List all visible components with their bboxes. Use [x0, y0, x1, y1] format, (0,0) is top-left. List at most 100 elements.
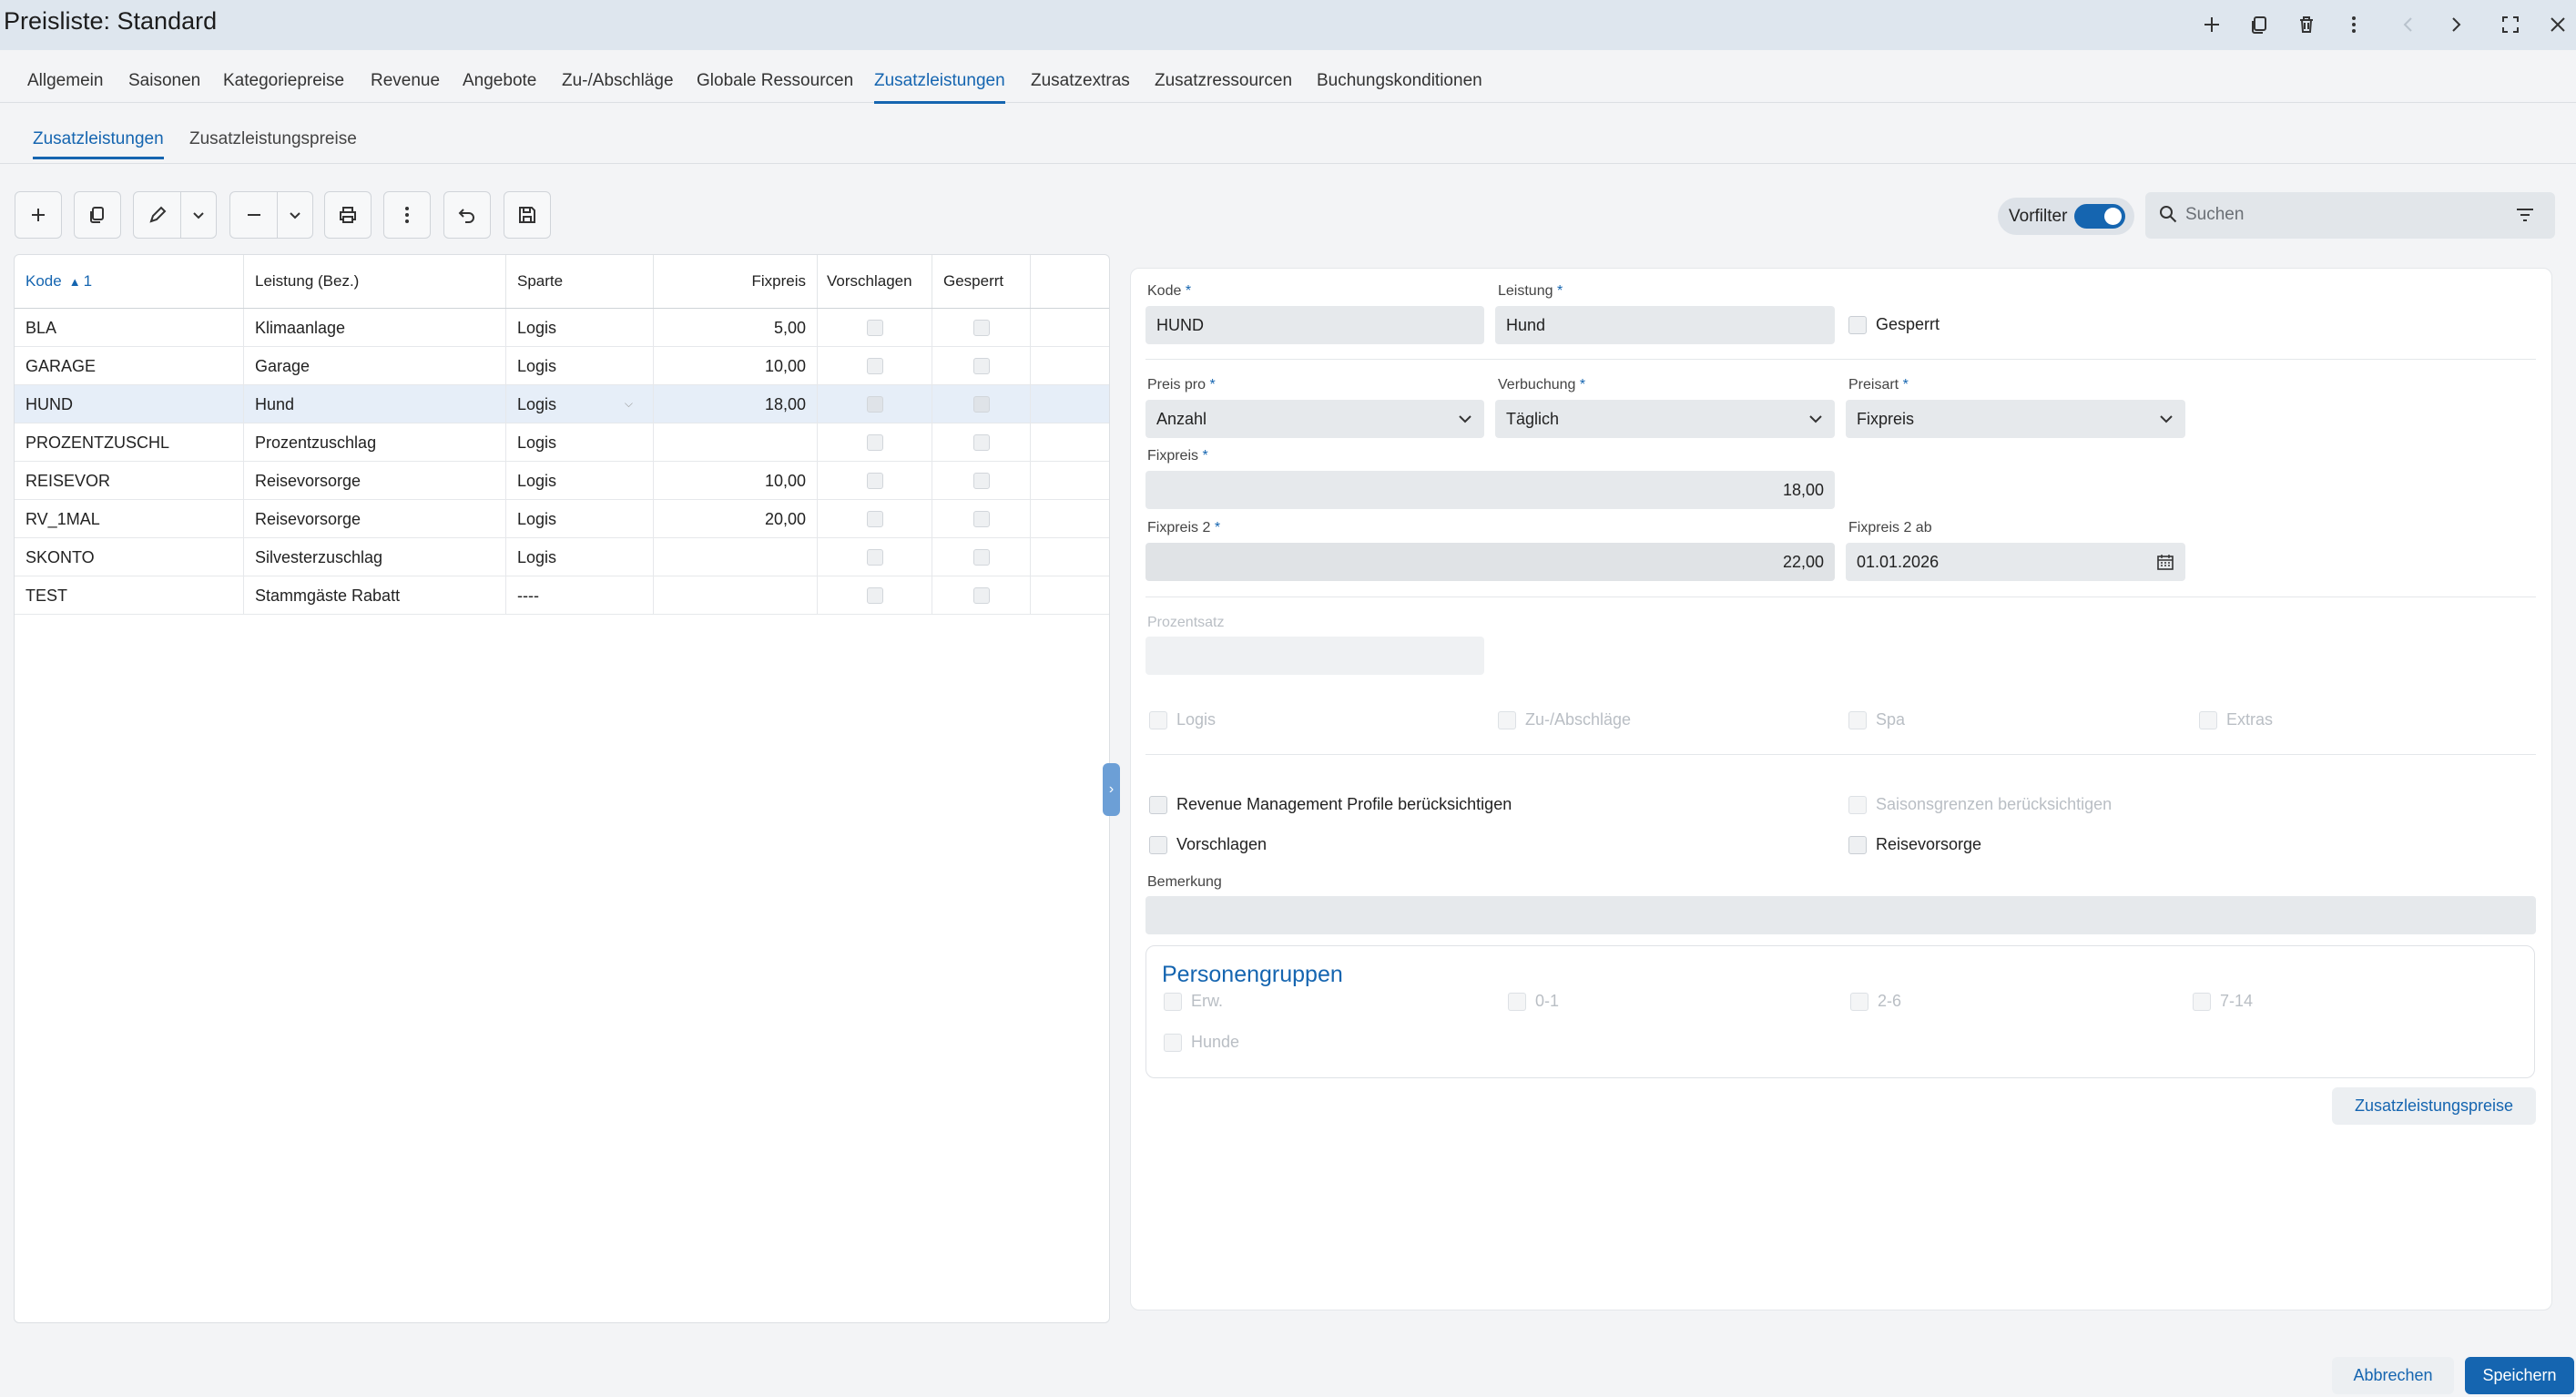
tab-zusatzextras[interactable]: Zusatzextras	[1031, 71, 1130, 91]
column-header-fixpreis[interactable]: Fixpreis	[654, 255, 818, 308]
gesperrt-checkbox[interactable]: Gesperrt	[1848, 315, 1940, 334]
cell-vorschlagen-checkbox[interactable]	[818, 538, 932, 576]
reisevorsorge-checkbox[interactable]: Reisevorsorge	[1848, 835, 1981, 854]
chevron-down-icon	[1809, 415, 1822, 423]
chevron-down-icon[interactable]	[181, 208, 216, 222]
preis-pro-select[interactable]: Anzahl	[1145, 400, 1484, 438]
tab-saisonen[interactable]: Saisonen	[128, 71, 200, 91]
cell-fixpreis: 10,00	[654, 347, 818, 385]
save-button[interactable]: Speichern	[2465, 1357, 2574, 1394]
table-row[interactable]: GARAGE Garage Logis 10,00	[15, 347, 1109, 385]
tab-zusatzleistungen[interactable]: Zusatzleistungen	[874, 71, 1005, 104]
table-row[interactable]: REISEVOR Reisevorsorge Logis 10,00	[15, 462, 1109, 500]
minus-icon[interactable]	[230, 192, 278, 238]
column-header-leistung[interactable]: Leistung (Bez.)	[244, 255, 506, 308]
cell-kode: REISEVOR	[15, 462, 244, 500]
copy-button[interactable]	[74, 191, 121, 239]
cell-gesperrt-checkbox[interactable]	[932, 462, 1031, 500]
chevron-right-icon[interactable]	[2440, 9, 2471, 40]
fixpreis2ab-datepicker[interactable]: 01.01.2026	[1846, 543, 2185, 581]
cell-vorschlagen-checkbox[interactable]	[818, 385, 932, 423]
cell-gesperrt-checkbox[interactable]	[932, 309, 1031, 347]
edit-icon[interactable]	[134, 192, 181, 238]
leistung-field[interactable]: Hund	[1495, 306, 1835, 344]
search-box[interactable]	[2145, 192, 2555, 239]
trash-icon[interactable]	[2291, 9, 2322, 40]
cell-vorschlagen-checkbox[interactable]	[818, 462, 932, 500]
bemerkung-field[interactable]	[1145, 896, 2536, 934]
vorschlagen-checkbox[interactable]: Vorschlagen	[1149, 835, 1267, 854]
tab-revenue[interactable]: Revenue	[371, 71, 440, 91]
table-row[interactable]: RV_1MAL Reisevorsorge Logis 20,00	[15, 500, 1109, 538]
column-header-sparte[interactable]: Sparte	[506, 255, 654, 308]
cell-leistung: Reisevorsorge	[244, 462, 506, 500]
vorfilter-switch[interactable]: Vorfilter	[1998, 198, 2134, 235]
cell-vorschlagen-checkbox[interactable]	[818, 347, 932, 385]
tab-zusatzressourcen[interactable]: Zusatzressourcen	[1155, 71, 1292, 91]
vorfilter-toggle[interactable]	[2074, 204, 2125, 229]
chevron-left-icon	[2393, 9, 2424, 40]
print-button[interactable]	[324, 191, 372, 239]
table-row[interactable]: PROZENTZUSCHL Prozentzuschlag Logis	[15, 423, 1109, 462]
title-bar	[0, 0, 2576, 50]
remove-split-button[interactable]	[229, 191, 313, 239]
more-button[interactable]	[383, 191, 431, 239]
cell-leistung: Reisevorsorge	[244, 500, 506, 538]
tab-allgemein[interactable]: Allgemein	[27, 71, 103, 91]
cell-vorschlagen-checkbox[interactable]	[818, 500, 932, 538]
verbuchung-select[interactable]: Täglich	[1495, 400, 1835, 438]
logis-checkbox: Logis	[1149, 710, 1216, 729]
table-row[interactable]: TEST Stammgäste Rabatt ----	[15, 576, 1109, 615]
table-row[interactable]: HUND Hund Logis ⌵ 18,00	[15, 385, 1109, 423]
cell-vorschlagen-checkbox[interactable]	[818, 576, 932, 615]
cell-gesperrt-checkbox[interactable]	[932, 423, 1031, 462]
table-row[interactable]: BLA Klimaanlage Logis 5,00	[15, 309, 1109, 347]
subtab-zusatzleistungen[interactable]: Zusatzleistungen	[33, 129, 164, 159]
tab-zu-abschlaege[interactable]: Zu-/Abschläge	[562, 71, 674, 91]
copy-icon[interactable]	[2244, 9, 2275, 40]
column-header-kode[interactable]: Kode ▲ 1	[15, 255, 244, 308]
chevron-down-icon[interactable]	[278, 208, 312, 222]
more-vertical-icon[interactable]	[2338, 9, 2369, 40]
cancel-button[interactable]: Abbrechen	[2332, 1357, 2454, 1394]
fixpreis-field[interactable]: 18,00	[1145, 471, 1835, 509]
cell-gesperrt-checkbox[interactable]	[932, 538, 1031, 576]
cell-gesperrt-checkbox[interactable]	[932, 347, 1031, 385]
filter-icon[interactable]	[2515, 205, 2535, 229]
close-icon[interactable]	[2542, 9, 2573, 40]
collapse-panel-button[interactable]: ›	[1103, 763, 1120, 816]
window-title: Preisliste: Standard	[4, 7, 218, 35]
tab-globale-ressourcen[interactable]: Globale Ressourcen	[697, 71, 853, 91]
save-toolbar-button[interactable]	[504, 191, 551, 239]
search-input[interactable]	[2185, 203, 2495, 227]
chevron-down-icon[interactable]: ⌵	[625, 397, 633, 411]
cell-sparte: Logis	[506, 309, 654, 347]
table-row[interactable]: SKONTO Silvesterzuschlag Logis	[15, 538, 1109, 576]
cell-sparte: Logis	[506, 462, 654, 500]
prozentsatz-label: Prozentsatz	[1147, 615, 1225, 630]
tab-buchungskonditionen[interactable]: Buchungskonditionen	[1317, 71, 1482, 91]
kode-field[interactable]: HUND	[1145, 306, 1484, 344]
column-header-vorschlagen[interactable]: Vorschlagen	[818, 255, 932, 308]
cell-gesperrt-checkbox[interactable]	[932, 576, 1031, 615]
plus-icon[interactable]	[2196, 9, 2227, 40]
tab-kategoriepreise[interactable]: Kategoriepreise	[223, 71, 344, 91]
undo-button[interactable]	[443, 191, 491, 239]
preisart-select[interactable]: Fixpreis	[1846, 400, 2185, 438]
cell-gesperrt-checkbox[interactable]	[932, 500, 1031, 538]
subtab-zusatzleistungspreise[interactable]: Zusatzleistungspreise	[189, 129, 357, 149]
fullscreen-icon[interactable]	[2495, 9, 2526, 40]
column-header-gesperrt[interactable]: Gesperrt	[932, 255, 1031, 308]
cell-sparte: Logis ⌵	[506, 385, 654, 423]
cell-vorschlagen-checkbox[interactable]	[818, 423, 932, 462]
add-button[interactable]	[15, 191, 62, 239]
fixpreis2-field[interactable]: 22,00	[1145, 543, 1835, 581]
revenue-management-checkbox[interactable]: Revenue Management Profile berücksichtig…	[1149, 795, 1512, 814]
tab-angebote[interactable]: Angebote	[463, 71, 536, 91]
cell-gesperrt-checkbox[interactable]	[932, 385, 1031, 423]
cell-vorschlagen-checkbox[interactable]	[818, 309, 932, 347]
edit-split-button[interactable]	[133, 191, 217, 239]
zusatzleistungen-grid: Kode ▲ 1 Leistung (Bez.) Sparte Fixpreis…	[14, 254, 1110, 1323]
zusatzleistungspreise-button[interactable]: Zusatzleistungspreise	[2332, 1087, 2536, 1125]
cell-leistung: Garage	[244, 347, 506, 385]
